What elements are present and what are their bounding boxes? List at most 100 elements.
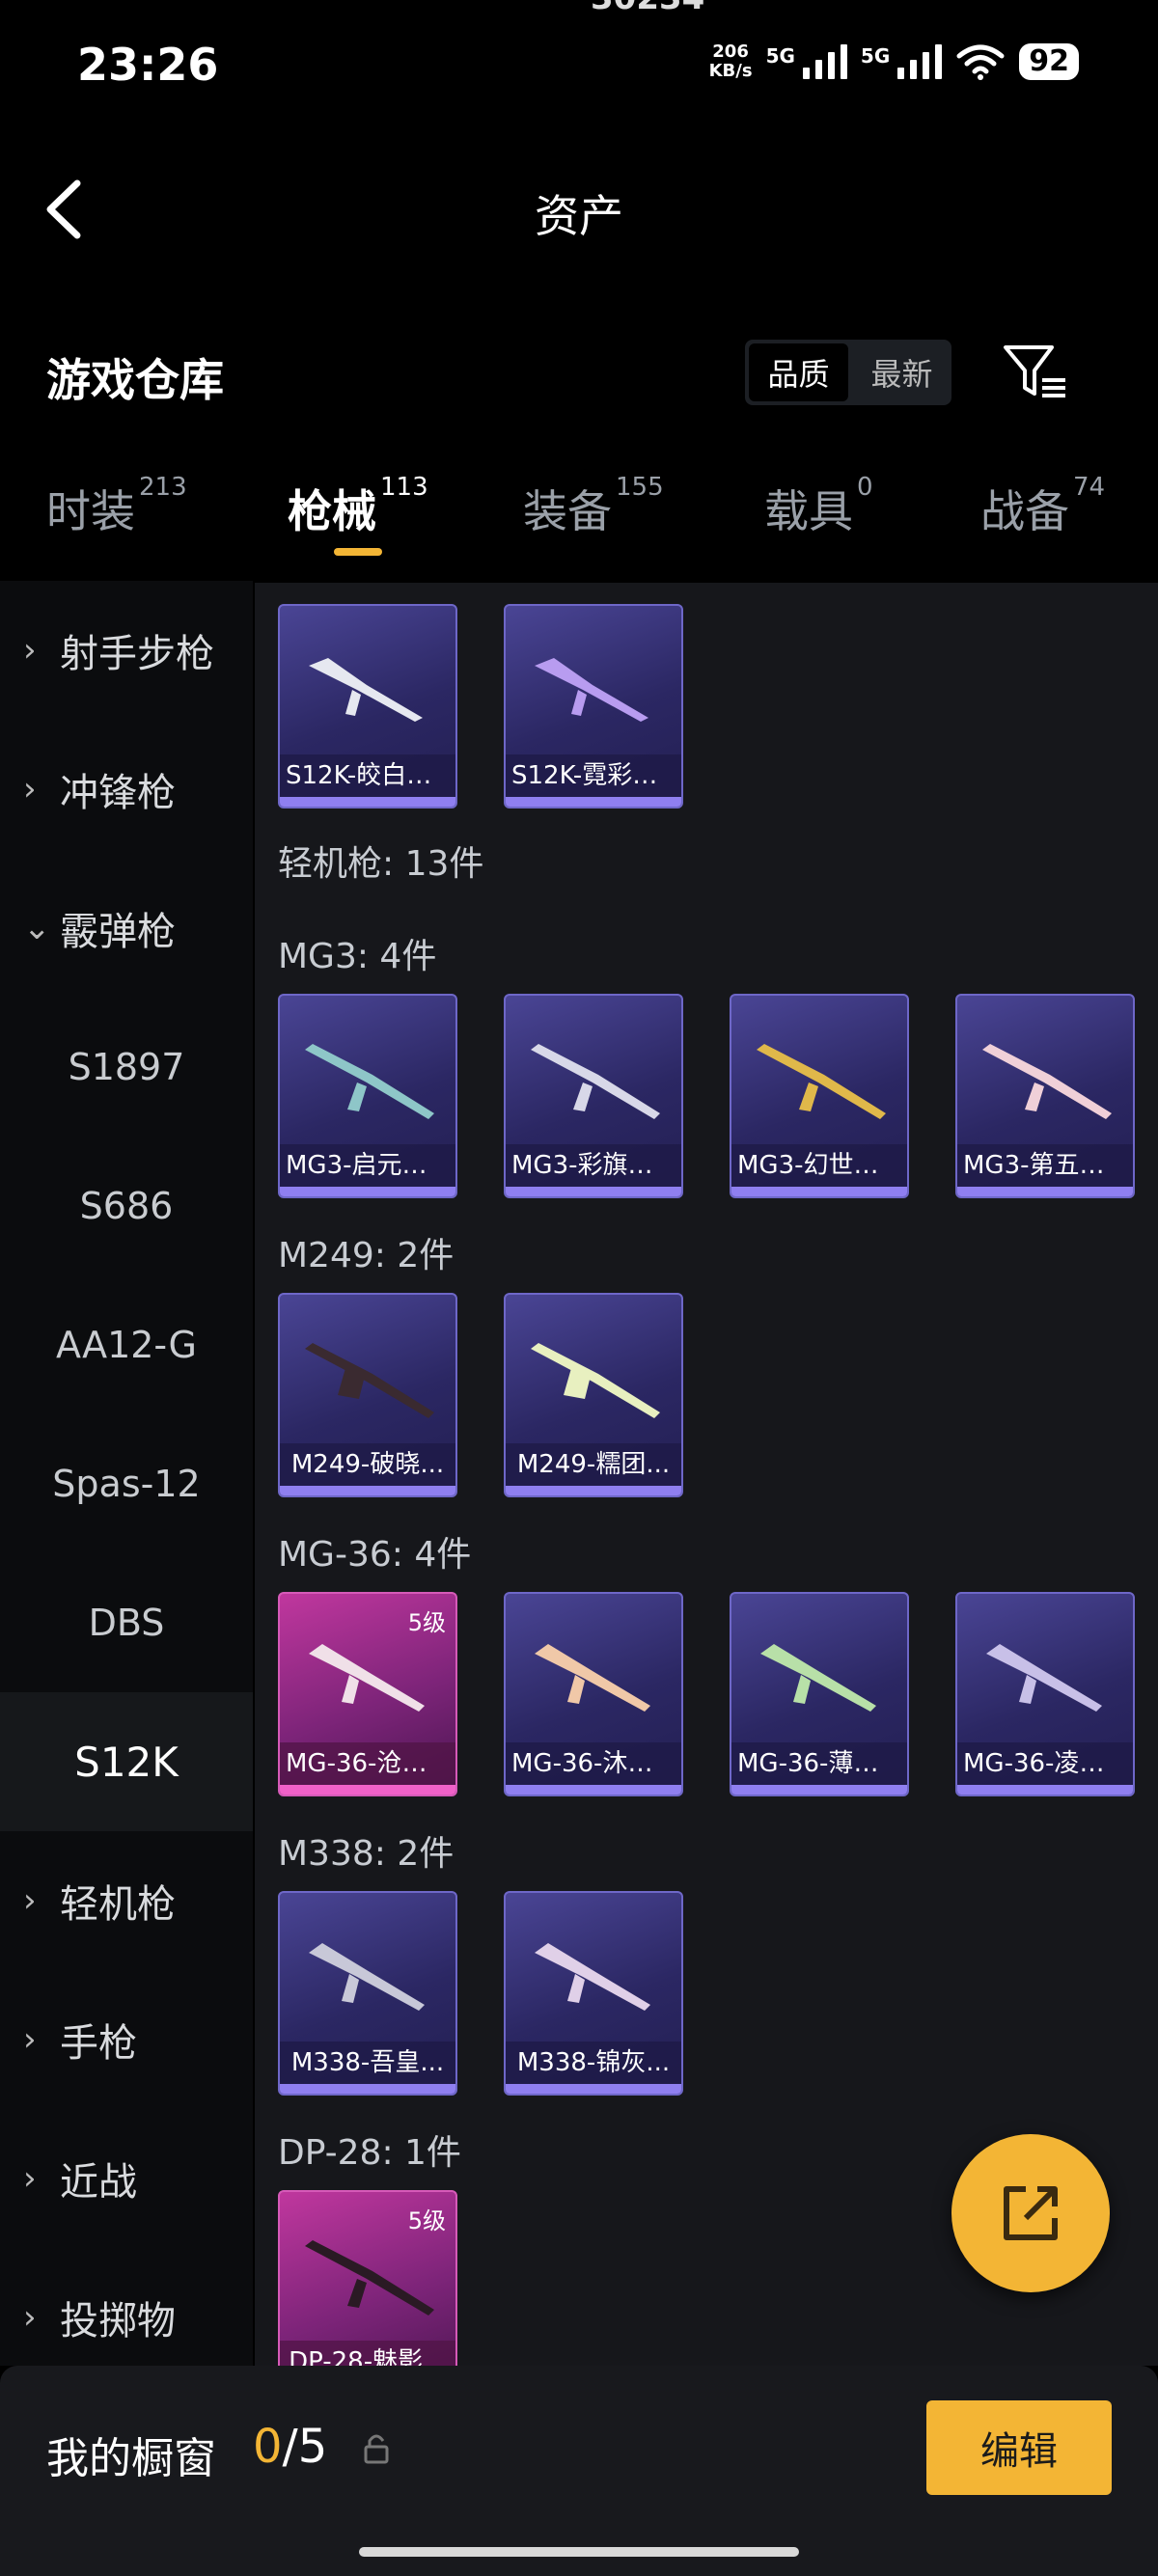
showcase-count: 0/5 — [253, 2420, 328, 2474]
weapon-card[interactable]: 5级 DP-28-魅影... — [278, 2190, 457, 2366]
sidebar-item-lmg[interactable]: › 轻机枪 — [0, 1831, 253, 1970]
sort-toggle: 品质 最新 — [745, 340, 951, 405]
chevron-right-icon: › — [23, 2020, 37, 2059]
rarity-bar — [280, 2084, 455, 2094]
chevron-down-icon: ⌄ — [23, 909, 51, 947]
rarity-bar — [506, 797, 681, 807]
status-icons: 206 KB/s 5G 5G 92 — [709, 42, 1079, 81]
weapon-card[interactable]: MG-36-沐光... — [504, 1592, 683, 1796]
rarity-bar — [731, 1187, 907, 1196]
showcase-label: 我的橱窗 — [46, 2434, 216, 2483]
machine-gun-icon — [531, 1044, 660, 1119]
tab-fashion[interactable]: 时装 213 — [46, 473, 187, 540]
rifle-icon — [986, 1644, 1102, 1712]
group-title: MG3: 4件 — [278, 937, 437, 976]
group-title: M249: 2件 — [278, 1236, 455, 1275]
weapon-card[interactable]: MG-36-凌霄... — [955, 1592, 1135, 1796]
chevron-right-icon: › — [23, 2159, 37, 2198]
machine-gun-icon — [305, 2240, 434, 2316]
weapon-name: MG-36-沐光... — [506, 1742, 681, 1785]
sort-newest-button[interactable]: 最新 — [852, 340, 951, 405]
weapon-name: MG-36-薄荷... — [731, 1742, 907, 1785]
sidebar-item-smg[interactable]: › 冲锋枪 — [0, 720, 253, 859]
tab-supplies[interactable]: 战备 74 — [980, 473, 1105, 540]
share-button[interactable] — [951, 2134, 1110, 2292]
sidebar-subitem-active[interactable]: S12K — [0, 1692, 253, 1831]
group-title: DP-28: 1件 — [278, 2133, 461, 2173]
sidebar-item-shotgun[interactable]: ⌄ 霰弹枪 — [0, 859, 253, 998]
net-speed: 206 KB/s — [709, 42, 753, 81]
weapon-name: MG3-启元战纹 — [280, 1144, 455, 1187]
group-title: MG-36: 4件 — [278, 1535, 472, 1575]
weapon-name: M249-破晓... — [280, 1443, 455, 1486]
weapon-name: DP-28-魅影... — [280, 2341, 455, 2366]
status-notch-text: 30234 — [591, 0, 704, 17]
rarity-bar — [280, 1187, 455, 1196]
sidebar-item-melee[interactable]: › 近战 — [0, 2109, 253, 2248]
signal-icon: 5G — [860, 44, 943, 79]
rarity-bar — [506, 1486, 681, 1495]
weapon-name: MG-36-凌霄... — [957, 1742, 1133, 1785]
weapon-name: S12K-霓彩脉冲 — [506, 754, 681, 797]
rarity-bar — [506, 1785, 681, 1795]
filter-icon[interactable] — [1002, 342, 1069, 401]
signal-label: 5G — [860, 44, 891, 68]
battery-indicator: 92 — [1019, 43, 1079, 80]
rifle-icon — [535, 658, 648, 722]
group-title: M338: 2件 — [278, 1834, 455, 1874]
sidebar-subitem[interactable]: S1897 — [0, 998, 253, 1137]
rarity-bar — [280, 1486, 455, 1495]
sidebar-item-pistol[interactable]: › 手枪 — [0, 1970, 253, 2109]
edit-button[interactable]: 编辑 — [926, 2400, 1112, 2495]
weapon-card[interactable]: M249-糯团... — [504, 1293, 683, 1497]
tab-firearms[interactable]: 枪械 113 — [288, 473, 428, 540]
tab-equipment[interactable]: 装备 155 — [523, 473, 664, 540]
machine-gun-icon — [757, 1044, 886, 1119]
lock-icon — [364, 2434, 389, 2464]
weapon-card[interactable]: S12K-霓彩脉冲 — [504, 604, 683, 808]
rarity-bar — [957, 1187, 1133, 1196]
sidebar-subitem[interactable]: AA12-G — [0, 1275, 253, 1414]
weapon-card[interactable]: MG3-彩旗巡礼 — [504, 994, 683, 1198]
weapon-card[interactable]: M249-破晓... — [278, 1293, 457, 1497]
sort-quality-button[interactable]: 品质 — [749, 343, 848, 401]
rarity-bar — [280, 797, 455, 807]
weapon-card[interactable]: M338-吾皇... — [278, 1891, 457, 2096]
rarity-bar — [957, 1785, 1133, 1795]
machine-gun-icon — [531, 1343, 660, 1418]
sidebar-subitem[interactable]: S686 — [0, 1137, 253, 1275]
chevron-right-icon: › — [23, 631, 37, 670]
machine-gun-icon — [305, 1044, 434, 1119]
sidebar-item-marksman-rifle[interactable]: › 射手步枪 — [0, 581, 253, 720]
weapon-card[interactable]: MG3-幻世战... — [730, 994, 909, 1198]
weapon-card[interactable]: MG-36-薄荷... — [730, 1592, 909, 1796]
net-speed-value: 206 — [712, 41, 749, 62]
rifle-icon — [760, 1644, 876, 1712]
tab-vehicles[interactable]: 载具 0 — [764, 473, 873, 540]
machine-gun-icon — [982, 1044, 1112, 1119]
wifi-icon — [956, 44, 1005, 80]
weapon-name: MG3-彩旗巡礼 — [506, 1144, 681, 1187]
chevron-right-icon: › — [23, 1881, 37, 1920]
warehouse-title: 游戏仓库 — [46, 354, 224, 406]
rifle-icon — [309, 1644, 425, 1712]
weapon-name: M338-锦灰... — [506, 2042, 681, 2084]
weapon-card[interactable]: S12K-皎白汐音 — [278, 604, 457, 808]
machine-gun-icon — [305, 1343, 434, 1418]
weapon-card[interactable]: MG3-启元战纹 — [278, 994, 457, 1198]
signal-icon: 5G — [766, 44, 847, 79]
sidebar-subitem[interactable]: DBS — [0, 1553, 253, 1692]
signal-label: 5G — [765, 44, 795, 68]
rifle-icon — [309, 1943, 425, 2011]
weapon-name: M338-吾皇... — [280, 2042, 455, 2084]
net-speed-unit: KB/s — [708, 61, 753, 81]
weapon-card[interactable]: 5级 MG-36-沧焰... — [278, 1592, 457, 1796]
weapon-card[interactable]: MG3-第五大道 — [955, 994, 1135, 1198]
weapon-name: M249-糯团... — [506, 1443, 681, 1486]
share-icon — [1004, 2186, 1058, 2240]
weapon-name: MG-36-沧焰... — [280, 1742, 455, 1785]
chevron-right-icon: › — [23, 2298, 37, 2337]
sidebar-subitem[interactable]: Spas-12 — [0, 1414, 253, 1553]
home-indicator[interactable] — [359, 2547, 799, 2557]
weapon-card[interactable]: M338-锦灰... — [504, 1891, 683, 2096]
